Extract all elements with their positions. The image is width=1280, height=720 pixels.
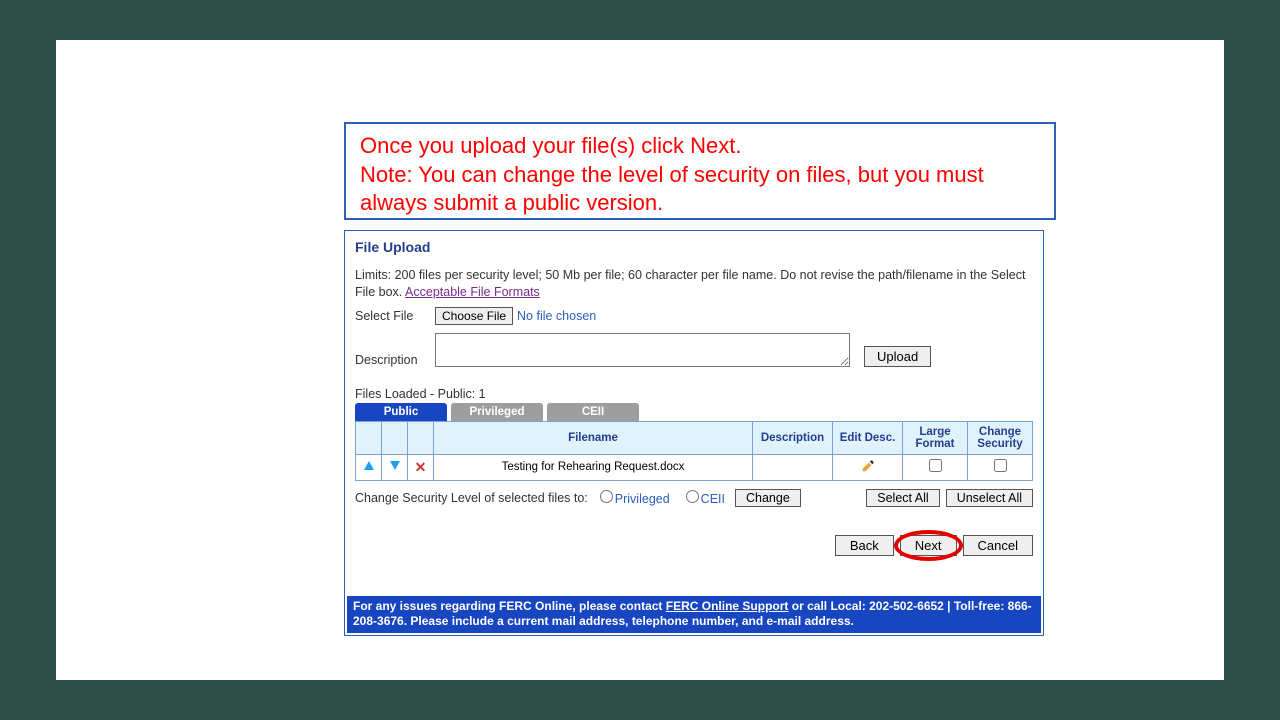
col-filename: Filename	[434, 421, 753, 454]
tab-ceii[interactable]: CEII	[547, 403, 639, 421]
col-move-down	[382, 421, 408, 454]
section-title: File Upload	[345, 231, 1043, 259]
col-description: Description	[753, 421, 833, 454]
change-button[interactable]: Change	[735, 489, 801, 507]
choose-file-button[interactable]: Choose File	[435, 307, 513, 325]
move-up-icon[interactable]	[364, 461, 374, 470]
tab-privileged[interactable]: Privileged	[451, 403, 543, 421]
col-large-format: Large Format	[903, 421, 968, 454]
next-button[interactable]: Next	[900, 535, 957, 556]
footer-support-link[interactable]: FERC Online Support	[666, 599, 789, 613]
radio-privileged[interactable]	[600, 490, 613, 503]
security-tabs: Public Privileged CEII	[345, 403, 1043, 421]
select-all-button[interactable]: Select All	[866, 489, 939, 507]
col-change-security: Change Security	[968, 421, 1033, 454]
footer-bar: For any issues regarding FERC Online, pl…	[347, 596, 1041, 633]
instruction-callout: Once you upload your file(s) click Next.…	[344, 122, 1056, 220]
radio-ceii-wrapper[interactable]: CEII	[680, 490, 729, 506]
upload-button[interactable]: Upload	[864, 346, 931, 367]
radio-privileged-wrapper[interactable]: Privileged	[594, 490, 674, 506]
callout-line1: Once you upload your file(s) click Next.	[360, 132, 1040, 161]
radio-privileged-label: Privileged	[615, 492, 670, 506]
description-input[interactable]	[435, 333, 850, 367]
unselect-all-button[interactable]: Unselect All	[946, 489, 1033, 507]
large-format-checkbox[interactable]	[929, 459, 942, 472]
footer-text1: For any issues regarding FERC Online, pl…	[353, 599, 666, 613]
change-security-label: Change Security Level of selected files …	[355, 491, 588, 505]
cell-filename: Testing for Rehearing Request.docx	[434, 454, 753, 480]
col-move-up	[356, 421, 382, 454]
change-security-checkbox[interactable]	[994, 459, 1007, 472]
cell-description	[753, 454, 833, 480]
files-loaded-label: Files Loaded - Public: 1	[345, 371, 1043, 403]
delete-icon[interactable]: ✕	[415, 459, 427, 476]
pencil-icon[interactable]	[861, 459, 875, 476]
limits-text: Limits: 200 files per security level; 50…	[345, 259, 1043, 303]
callout-line2: Note: You can change the level of securi…	[360, 161, 1040, 218]
select-file-label: Select File	[355, 309, 435, 323]
acceptable-formats-link[interactable]: Acceptable File Formats	[405, 285, 540, 299]
slide-card: Once you upload your file(s) click Next.…	[56, 40, 1224, 680]
cancel-button[interactable]: Cancel	[963, 535, 1033, 556]
col-delete	[408, 421, 434, 454]
table-row: ✕ Testing for Rehearing Request.docx	[356, 454, 1033, 480]
no-file-chosen-text: No file chosen	[517, 309, 596, 323]
description-label: Description	[355, 353, 435, 367]
move-down-icon[interactable]	[390, 461, 400, 470]
files-table: Filename Description Edit Desc. Large Fo…	[355, 421, 1033, 481]
radio-ceii-label: CEII	[701, 492, 725, 506]
back-button[interactable]: Back	[835, 535, 894, 556]
nav-row: Back Next Cancel	[345, 511, 1043, 596]
file-upload-panel: File Upload Limits: 200 files per securi…	[344, 230, 1044, 636]
col-edit-desc: Edit Desc.	[833, 421, 903, 454]
tab-public[interactable]: Public	[355, 403, 447, 421]
radio-ceii[interactable]	[686, 490, 699, 503]
